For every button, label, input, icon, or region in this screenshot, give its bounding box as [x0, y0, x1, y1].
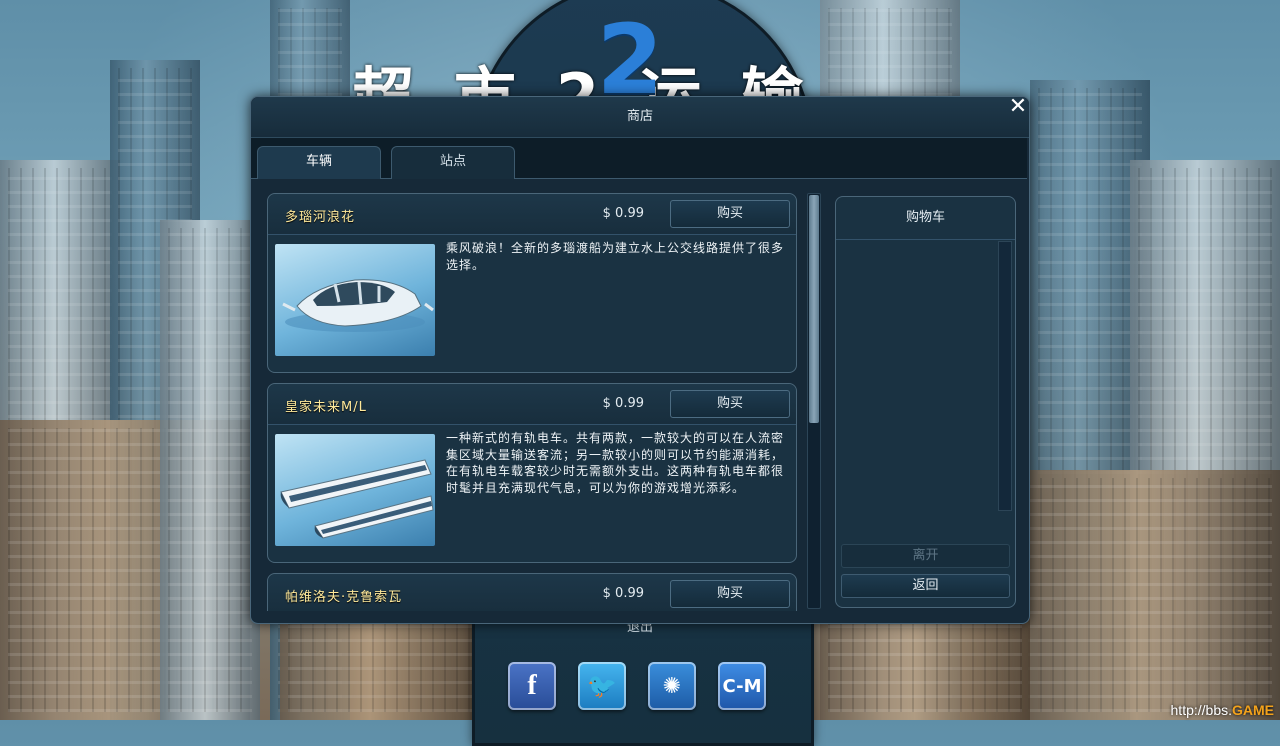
- product-list: 多瑙河浪花 $ 0.99 购买 乘风破浪！全新的多瑙渡船为建立水上公交线路提供了…: [267, 193, 797, 611]
- product-name: 帕维洛夫·克鲁索瓦: [285, 590, 403, 605]
- product-item: 皇家未来M/L $ 0.99 购买 一种新式的有轨电车。共有两款，一款较大的可以…: [267, 383, 797, 563]
- product-description: 一种新式的有轨电车。共有两款，一款较大的可以在人流密集区域大量输送客流；另一款较…: [446, 431, 785, 495]
- tram-image: [275, 434, 435, 546]
- scrollbar-thumb[interactable]: [809, 195, 819, 423]
- cim2-icon[interactable]: C-M: [718, 662, 766, 710]
- watermark-brand: GAME: [1232, 702, 1274, 718]
- facebook-icon[interactable]: f: [508, 662, 556, 710]
- tab-stations[interactable]: 站点: [391, 146, 515, 179]
- paradox-icon[interactable]: ✺: [648, 662, 696, 710]
- ferry-image: [275, 244, 435, 356]
- social-links: f 🐦 ✺ C-M: [508, 662, 766, 710]
- cart-title: 购物车: [836, 197, 1015, 240]
- product-name: 皇家未来M/L: [285, 400, 367, 415]
- game-logo-number: 2: [596, 4, 664, 116]
- product-header: 多瑙河浪花 $ 0.99 购买: [268, 194, 796, 235]
- shop-dialog: 商店 ✕ 车辆 站点 多瑙河浪花 $ 0.99 购买 乘风破浪！全新的多瑙渡船为…: [250, 95, 1030, 624]
- product-item: 帕维洛夫·克鲁索瓦 $ 0.99 购买: [267, 573, 797, 611]
- buy-button[interactable]: 购买: [670, 580, 790, 608]
- watermark-prefix: http://bbs.: [1170, 702, 1232, 718]
- cart-scrollbar[interactable]: [998, 241, 1012, 511]
- tab-vehicles[interactable]: 车辆: [257, 146, 381, 179]
- buy-button[interactable]: 购买: [670, 390, 790, 418]
- product-header: 皇家未来M/L $ 0.99 购买: [268, 384, 796, 425]
- product-price: $ 0.99: [602, 396, 644, 411]
- close-icon[interactable]: ✕: [1007, 95, 1029, 119]
- product-header: 帕维洛夫·克鲁索瓦 $ 0.99 购买: [268, 574, 796, 611]
- product-list-scrollbar[interactable]: [807, 193, 821, 609]
- leave-button[interactable]: 离开: [841, 544, 1010, 568]
- shop-title: 商店: [251, 97, 1029, 138]
- buy-button[interactable]: 购买: [670, 200, 790, 228]
- product-price: $ 0.99: [602, 586, 644, 601]
- product-item: 多瑙河浪花 $ 0.99 购买 乘风破浪！全新的多瑙渡船为建立水上公交线路提供了…: [267, 193, 797, 373]
- back-button[interactable]: 返回: [841, 574, 1010, 598]
- shopping-cart: 购物车 离开 返回: [835, 196, 1016, 608]
- product-description: 乘风破浪！全新的多瑙渡船为建立水上公交线路提供了很多选择。: [446, 241, 785, 272]
- watermark: http://bbs.GAME: [1171, 702, 1274, 718]
- product-price: $ 0.99: [602, 206, 644, 221]
- shop-tabs: 车辆 站点: [251, 138, 1027, 179]
- twitter-icon[interactable]: 🐦: [578, 662, 626, 710]
- product-name: 多瑙河浪花: [285, 210, 356, 225]
